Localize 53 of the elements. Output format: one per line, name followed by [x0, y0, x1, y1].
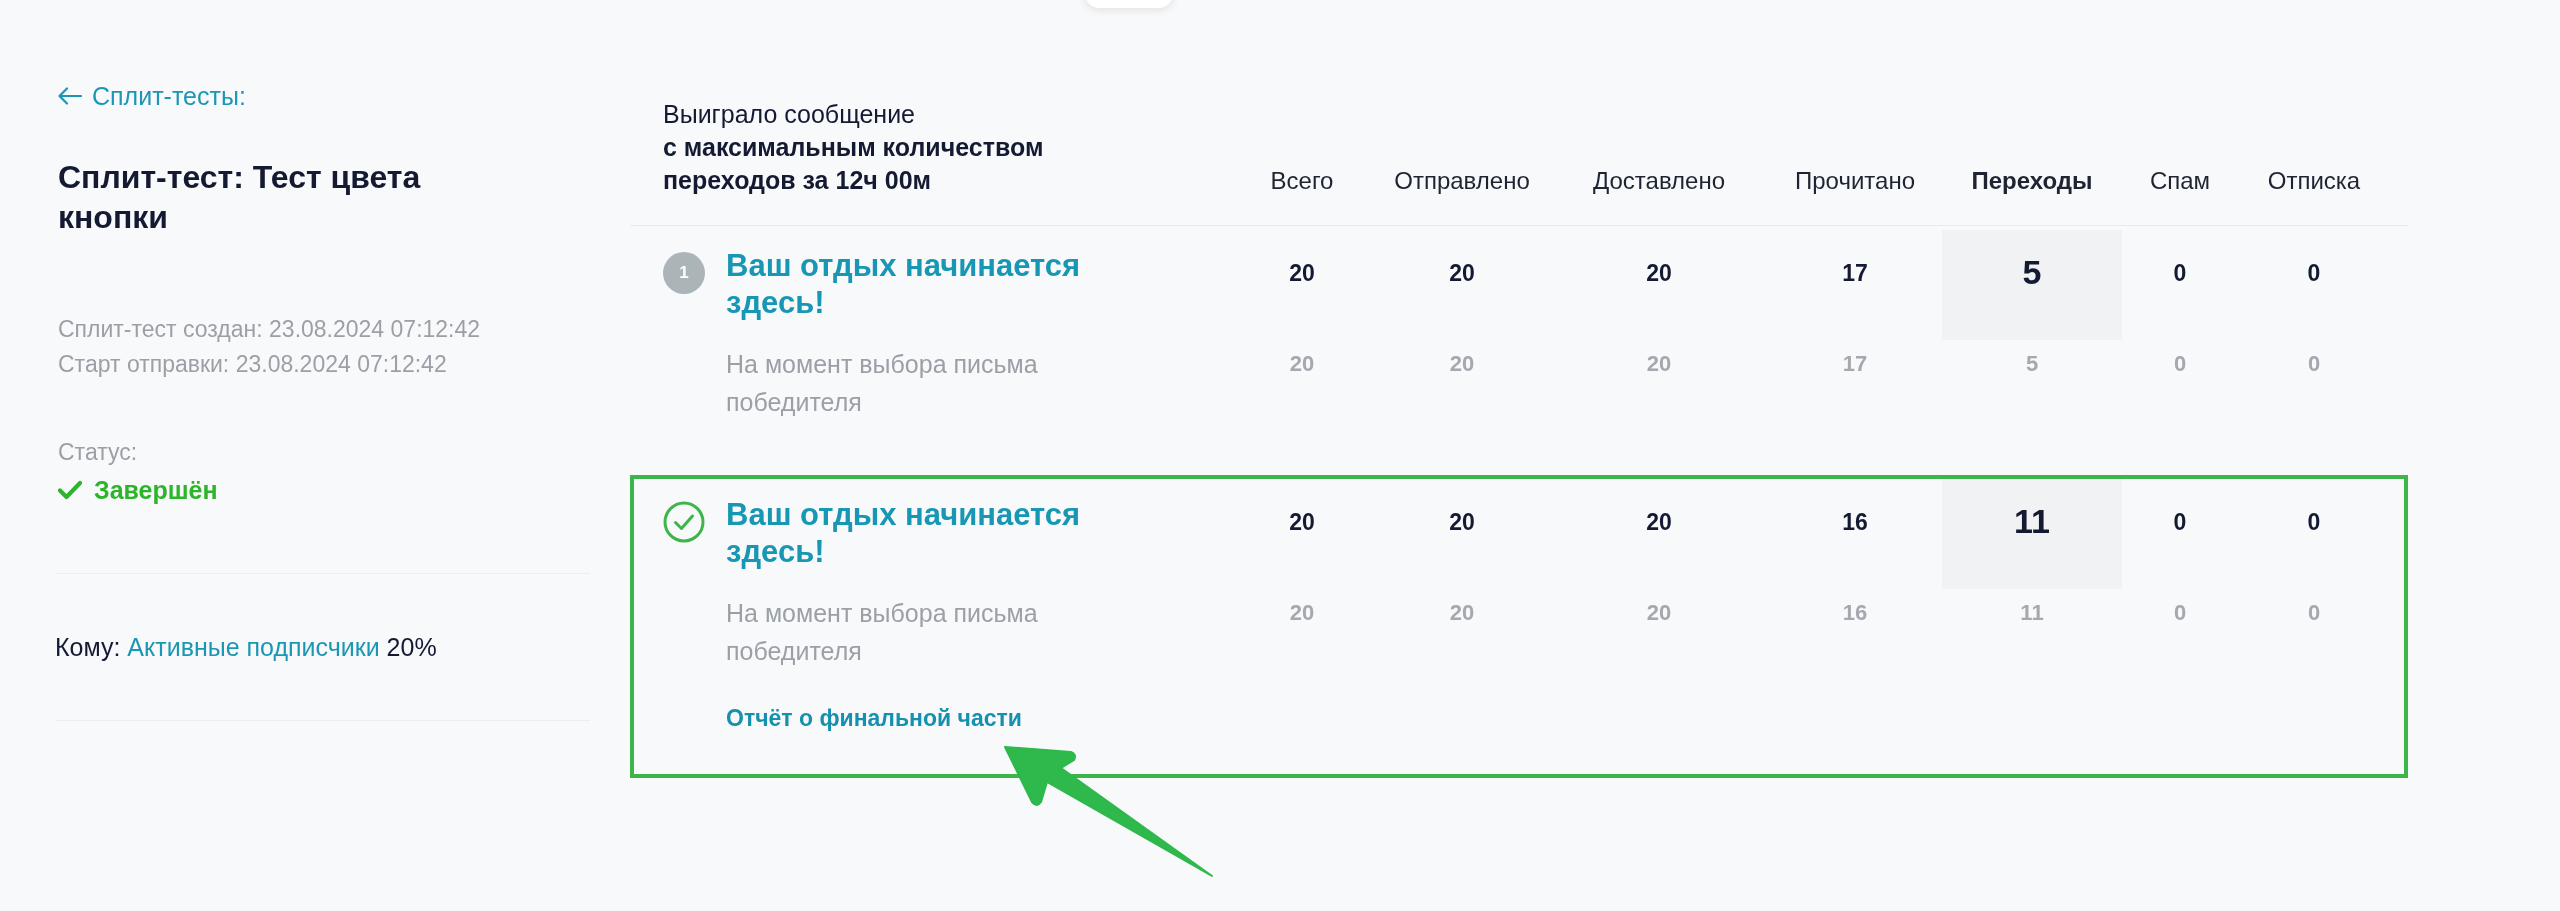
column-header: Отписка — [2267, 166, 2361, 196]
report-link[interactable]: Отчёт о финальной части — [726, 703, 1022, 733]
message-subject[interactable]: Ваш отдых начинается здесь! — [726, 247, 1166, 321]
column-header: Всего — [1270, 166, 1334, 196]
snapshot-value: 0 — [2173, 599, 2187, 627]
criterion-text: с максимальным количеством переходов за 12ч 00м — [663, 132, 1045, 196]
column-header: Отправлено — [1394, 166, 1530, 196]
page-title: Сплит-тест: Тест цвета кнопки — [58, 158, 422, 237]
snapshot-label: На момент выбора письма победителя — [726, 349, 1039, 418]
back-link[interactable]: Сплит-тесты: — [58, 79, 246, 113]
snapshot-value: 11 — [2020, 599, 2044, 627]
metric-value: 20 — [1289, 508, 1315, 537]
snapshot-value: 20 — [1289, 599, 1315, 627]
snapshot-value: 0 — [2307, 350, 2321, 378]
snapshot-value: 0 — [2307, 599, 2321, 627]
column-header: Прочитано — [1795, 166, 1915, 196]
metric-value: 0 — [2307, 259, 2321, 288]
snapshot-value: 20 — [1646, 599, 1672, 627]
metric-value: 0 — [2173, 508, 2187, 537]
metric-value: 11 — [2014, 501, 2050, 541]
snapshot-value: 20 — [1289, 350, 1315, 378]
metric-value: 16 — [1842, 508, 1868, 537]
metric-value: 0 — [2173, 259, 2187, 288]
snapshot-value: 5 — [2025, 350, 2039, 378]
metric-value: 5 — [2022, 252, 2042, 292]
segment-link[interactable]: Активные подписчики — [127, 633, 380, 661]
meta-text: Старт отправки: 23.08.2024 07:12:42 — [58, 350, 447, 379]
column-header: Переходы — [1971, 166, 2093, 196]
meta-text: Сплит-тест создан: 23.08.2024 07:12:42 — [58, 315, 481, 344]
snapshot-value: 17 — [1842, 350, 1868, 378]
snapshot-value: 20 — [1646, 350, 1672, 378]
snapshot-value: 0 — [2173, 350, 2187, 378]
metric-value: 0 — [2307, 508, 2321, 537]
snapshot-value: 16 — [1842, 599, 1868, 627]
metric-value: 20 — [1289, 259, 1315, 288]
column-header: Доставлено — [1592, 166, 1726, 196]
snapshot-label: На момент выбора письма победителя — [726, 598, 1039, 667]
metric-value: 17 — [1842, 259, 1868, 288]
number-badge: 1 — [663, 252, 705, 294]
metric-value: 20 — [1449, 508, 1475, 537]
recipients-text: Кому: Активные подписчики 20% — [55, 632, 437, 663]
snapshot-value: 20 — [1449, 350, 1475, 378]
metric-value: 20 — [1646, 259, 1672, 288]
metric-value: 20 — [1646, 508, 1672, 537]
metric-value: 20 — [1449, 259, 1475, 288]
status-label: Статус: — [58, 438, 138, 467]
column-header: Спам — [2149, 166, 2211, 196]
message-subject[interactable]: Ваш отдых начинается здесь! — [726, 496, 1166, 570]
snapshot-value: 20 — [1449, 599, 1475, 627]
status-value: Завершён — [94, 475, 218, 506]
check-icon — [58, 480, 82, 500]
caption-text: Выиграло сообщение — [663, 99, 916, 130]
back-arrow-icon — [58, 87, 82, 105]
